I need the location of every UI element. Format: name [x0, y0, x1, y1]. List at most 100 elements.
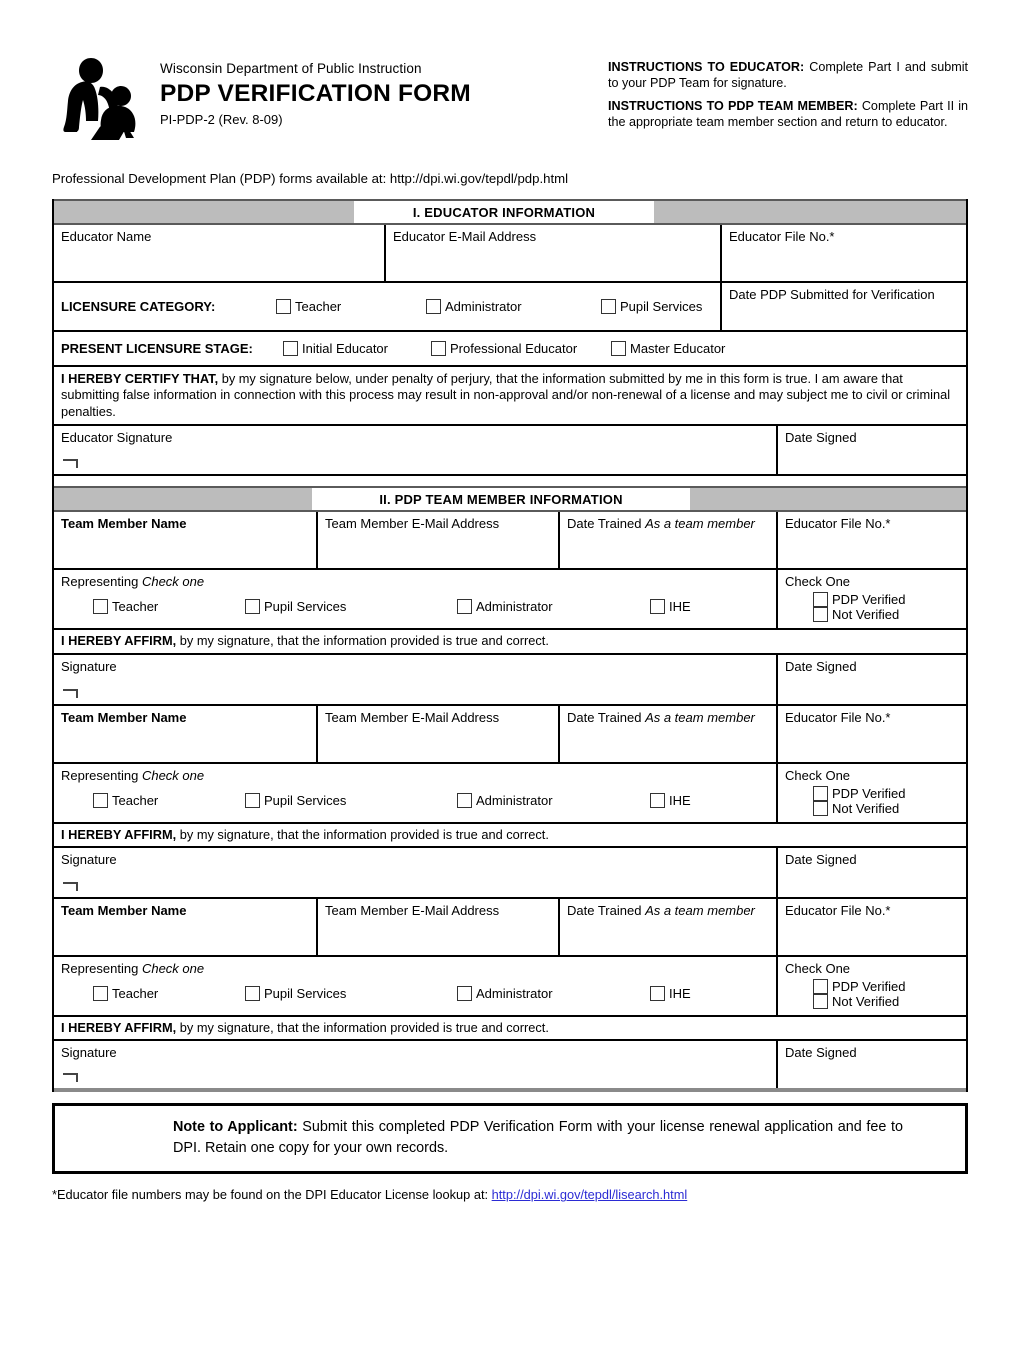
instructions-spacer	[608, 91, 968, 99]
representing-option-administrator[interactable]: Administrator	[457, 599, 650, 615]
licensure-category-row: LICENSURE CATEGORY: Teacher Administrato…	[54, 283, 966, 332]
signature-corner-mark-icon	[63, 1073, 78, 1083]
note-to-applicant-box: Note to Applicant: Submit this completed…	[52, 1103, 968, 1175]
team-member-name-field[interactable]: Team Member Name	[54, 899, 316, 955]
checkbox-icon[interactable]	[813, 607, 828, 623]
affirm-body: by my signature, that the information pr…	[176, 826, 549, 842]
check-one-option-not-verified-label: Not Verified	[832, 994, 900, 1010]
educator-signature-field[interactable]: Educator Signature	[54, 426, 776, 474]
checkbox-icon[interactable]	[245, 599, 260, 615]
representing-option-teacher[interactable]: Teacher	[93, 986, 245, 1002]
representing-option-ihe[interactable]: IHE	[650, 986, 691, 1002]
team-member-file-no-field[interactable]: Educator File No.*	[776, 899, 966, 956]
check-one-group: Check One PDP Verified Not Verified	[776, 957, 966, 1016]
team-member-name-field[interactable]: Team Member Name	[54, 512, 316, 568]
representing-option-pupil-services[interactable]: Pupil Services	[245, 792, 457, 808]
educator-email-field[interactable]: Educator E-Mail Address	[384, 225, 720, 281]
check-one-option-pdp-verified[interactable]: PDP Verified	[785, 592, 960, 608]
team-member-signature-field[interactable]: Signature	[54, 1041, 776, 1088]
representing-option-pupil-services[interactable]: Pupil Services	[245, 599, 457, 615]
checkbox-icon[interactable]	[813, 800, 828, 816]
representing-option-ihe[interactable]: IHE	[650, 599, 691, 615]
section-2-title: II. PDP TEAM MEMBER INFORMATION	[312, 488, 690, 511]
checkbox-icon[interactable]	[611, 341, 626, 356]
checkbox-icon[interactable]	[93, 599, 108, 615]
licensure-stage-option-professional-educator[interactable]: Professional Educator	[431, 341, 611, 356]
checkbox-icon[interactable]	[650, 792, 665, 808]
team-member-signature-field[interactable]: Signature	[54, 848, 776, 897]
licensure-category-option-pupil-services-label: Pupil Services	[620, 299, 703, 314]
licensure-category-option-teacher[interactable]: Teacher	[276, 299, 426, 314]
representing-option-pupil-services[interactable]: Pupil Services	[245, 986, 457, 1002]
representing-option-administrator-label: Administrator	[476, 792, 553, 808]
check-one-option-pdp-verified[interactable]: PDP Verified	[785, 979, 960, 995]
check-one-option-not-verified[interactable]: Not Verified	[785, 607, 960, 623]
checkbox-icon[interactable]	[93, 792, 108, 808]
checkbox-icon[interactable]	[457, 599, 472, 615]
licensure-stage-option-master-educator[interactable]: Master Educator	[611, 341, 725, 356]
checkbox-icon[interactable]	[813, 994, 828, 1010]
team-member-email-field[interactable]: Team Member E-Mail Address	[316, 705, 558, 762]
checkbox-icon[interactable]	[813, 979, 828, 995]
team-member-signature-field[interactable]: Signature	[54, 655, 776, 704]
checkbox-icon[interactable]	[245, 792, 260, 808]
checkbox-icon[interactable]	[813, 785, 828, 801]
team-member-block: Team Member Name Team Member E-Mail Addr…	[54, 512, 966, 706]
team-member-date-signed-field[interactable]: Date Signed	[776, 848, 966, 898]
checkbox-icon[interactable]	[93, 986, 108, 1002]
representing-option-administrator-label: Administrator	[476, 986, 553, 1002]
licensure-stage-option-initial-educator[interactable]: Initial Educator	[283, 341, 431, 356]
team-member-signature-row: Signature Date Signed	[54, 848, 966, 900]
licensure-category-option-administrator-label: Administrator	[445, 299, 522, 314]
educator-license-lookup-link[interactable]: http://dpi.wi.gov/tepdl/lisearch.html	[492, 1187, 688, 1202]
licensure-category-option-teacher-label: Teacher	[295, 299, 342, 314]
checkbox-icon[interactable]	[650, 986, 665, 1002]
checkbox-icon[interactable]	[276, 299, 291, 314]
checkbox-icon[interactable]	[601, 299, 616, 314]
affirm-text: I HEREBY AFFIRM, by my signature, that t…	[54, 1017, 966, 1039]
educator-file-no-field[interactable]: Educator File No.*	[720, 225, 966, 281]
team-member-email-field[interactable]: Team Member E-Mail Address	[316, 899, 558, 956]
checkbox-icon[interactable]	[813, 592, 828, 608]
licensure-stage-option-master-educator-label: Master Educator	[630, 341, 726, 356]
representing-option-teacher[interactable]: Teacher	[93, 599, 245, 615]
team-member-name-field[interactable]: Team Member Name	[54, 706, 316, 762]
representing-option-ihe-label: IHE	[669, 792, 691, 808]
checkbox-icon[interactable]	[245, 986, 260, 1002]
checkbox-icon[interactable]	[283, 341, 298, 356]
checkbox-icon[interactable]	[457, 792, 472, 808]
licensure-category-option-pupil-services[interactable]: Pupil Services	[601, 299, 702, 314]
licensure-category-option-administrator[interactable]: Administrator	[426, 299, 601, 314]
representing-option-ihe[interactable]: IHE	[650, 792, 691, 808]
checkbox-icon[interactable]	[431, 341, 446, 356]
team-member-date-signed-field[interactable]: Date Signed	[776, 654, 966, 704]
team-member-date-trained-field[interactable]: Date Trained As a team member	[558, 899, 776, 956]
licensure-stage-row: PRESENT LICENSURE STAGE: Initial Educato…	[54, 332, 966, 367]
team-member-file-no-field[interactable]: Educator File No.*	[776, 705, 966, 762]
team-member-email-field[interactable]: Team Member E-Mail Address	[316, 512, 558, 569]
representing-italic-text: Check one	[141, 767, 205, 783]
check-one-option-not-verified-label: Not Verified	[832, 607, 900, 623]
checkbox-icon[interactable]	[650, 599, 665, 615]
check-one-option-not-verified[interactable]: Not Verified	[785, 800, 960, 816]
check-one-option-pdp-verified[interactable]: PDP Verified	[785, 785, 960, 801]
checkbox-icon[interactable]	[426, 299, 441, 314]
team-member-date-trained-field[interactable]: Date Trained As a team member	[558, 512, 776, 569]
representing-option-administrator[interactable]: Administrator	[457, 792, 650, 808]
section-gap	[54, 476, 966, 487]
educator-date-signed-field[interactable]: Date Signed	[776, 426, 966, 475]
check-one-option-not-verified[interactable]: Not Verified	[785, 994, 960, 1010]
forms-availability-line: Professional Development Plan (PDP) form…	[52, 171, 569, 186]
date-pdp-submitted-field[interactable]: Date PDP Submitted for Verification	[720, 283, 966, 330]
affirm-lead: I HEREBY AFFIRM,	[61, 633, 177, 649]
team-member-date-signed-field[interactable]: Date Signed	[776, 1041, 966, 1089]
team-member-file-no-field[interactable]: Educator File No.*	[776, 512, 966, 569]
licensure-stage-label: PRESENT LICENSURE STAGE:	[61, 341, 253, 356]
checkbox-icon[interactable]	[457, 986, 472, 1002]
representing-option-administrator[interactable]: Administrator	[457, 986, 650, 1002]
representing-option-teacher[interactable]: Teacher	[93, 792, 245, 808]
date-trained-text: Date Trained	[567, 903, 642, 919]
footnote-text: *Educator file numbers may be found on t…	[52, 1187, 492, 1203]
educator-name-field[interactable]: Educator Name	[54, 225, 384, 281]
team-member-date-trained-field[interactable]: Date Trained As a team member	[558, 705, 776, 762]
